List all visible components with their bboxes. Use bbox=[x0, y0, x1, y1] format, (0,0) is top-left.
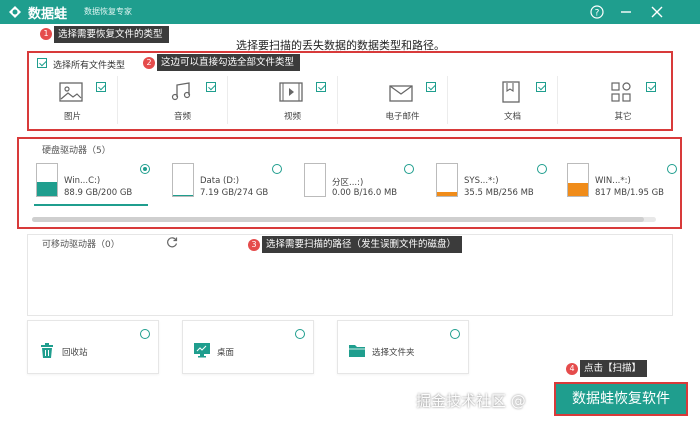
svg-text:?: ? bbox=[595, 9, 600, 19]
type-label-document: 文档 bbox=[503, 112, 521, 122]
type-label-email: 电子邮件 bbox=[385, 112, 420, 122]
drive-icon bbox=[567, 163, 589, 197]
step-badge-2: 2 bbox=[143, 57, 155, 69]
drive-icon bbox=[304, 163, 326, 197]
document-icon bbox=[502, 81, 520, 103]
title-bar: 数据蛙 数据恢复专家 ? bbox=[0, 0, 700, 24]
type-card-audio[interactable]: 音频 bbox=[138, 76, 228, 124]
music-icon bbox=[171, 82, 191, 101]
choose-folder-radio[interactable] bbox=[450, 329, 460, 339]
image-icon bbox=[59, 82, 83, 102]
step-badge-4: 4 bbox=[566, 363, 578, 375]
drive-icon bbox=[436, 163, 458, 197]
removable-drives-title: 可移动驱动器（0） bbox=[42, 240, 120, 250]
location-choose-folder[interactable]: 选择文件夹 bbox=[337, 320, 469, 374]
drive-partition-radio[interactable] bbox=[404, 164, 414, 174]
location-label: 桌面 bbox=[217, 348, 235, 358]
hard-drives-title: 硬盘驱动器（5） bbox=[42, 146, 111, 156]
drive-name: Win...C:) bbox=[64, 176, 101, 186]
video-checkbox[interactable] bbox=[316, 82, 326, 92]
type-card-email[interactable]: 电子邮件 bbox=[358, 76, 448, 124]
callout-1: 选择需要恢复文件的类型 bbox=[54, 26, 169, 43]
select-all-checkbox[interactable] bbox=[37, 58, 47, 68]
type-card-other[interactable]: 其它 bbox=[578, 76, 668, 124]
drive-size: 7.19 GB/274 GB bbox=[200, 188, 269, 198]
type-label-video: 视频 bbox=[283, 112, 301, 122]
drive-sys-radio[interactable] bbox=[537, 164, 547, 174]
drive-size: 817 MB/1.95 GB bbox=[595, 188, 665, 198]
minimize-icon bbox=[621, 11, 631, 13]
drive-c-radio[interactable] bbox=[140, 164, 150, 174]
drives-scrollbar[interactable] bbox=[32, 217, 656, 222]
drive-name: WIN...*:) bbox=[595, 176, 631, 186]
desktop-icon bbox=[194, 343, 210, 358]
drive-name: SYS...*:) bbox=[464, 176, 499, 186]
app-subtitle: 数据恢复专家 bbox=[84, 7, 132, 16]
minimize-button[interactable] bbox=[617, 3, 635, 21]
drive-name: Data (D:) bbox=[200, 176, 240, 186]
drive-c[interactable]: Win...C:) 88.9 GB/200 GB bbox=[36, 163, 154, 201]
type-label-image: 图片 bbox=[63, 112, 81, 122]
drive-icon bbox=[36, 163, 58, 197]
app-name: 数据蛙 bbox=[28, 7, 68, 22]
email-checkbox[interactable] bbox=[426, 82, 436, 92]
email-icon bbox=[389, 85, 413, 102]
audio-checkbox[interactable] bbox=[206, 82, 216, 92]
drive-size: 88.9 GB/200 GB bbox=[64, 188, 133, 198]
document-checkbox[interactable] bbox=[536, 82, 546, 92]
recycle-bin-icon bbox=[41, 343, 53, 358]
image-checkbox[interactable] bbox=[96, 82, 106, 92]
location-label: 回收站 bbox=[62, 348, 88, 358]
location-desktop[interactable]: 桌面 bbox=[182, 320, 314, 374]
drive-win-radio[interactable] bbox=[667, 164, 677, 174]
scrollbar-thumb[interactable] bbox=[32, 217, 644, 222]
drive-icon bbox=[172, 163, 194, 197]
type-label-audio: 音频 bbox=[173, 112, 191, 122]
refresh-icon[interactable] bbox=[166, 236, 178, 248]
location-recycle-bin[interactable]: 回收站 bbox=[27, 320, 159, 374]
scan-button[interactable]: 数据蛙恢复软件 bbox=[554, 382, 688, 416]
callout-3: 选择需要扫描的路径（发生误删文件的磁盘） bbox=[262, 236, 463, 253]
drive-d-radio[interactable] bbox=[272, 164, 282, 174]
watermark: 掘金技术社区 @ bbox=[416, 392, 526, 410]
selected-drive-underline bbox=[34, 204, 148, 206]
close-icon bbox=[651, 6, 663, 18]
type-card-image[interactable]: 图片 bbox=[28, 76, 118, 124]
help-button[interactable]: ? bbox=[588, 3, 606, 21]
drive-name: 分区...:) bbox=[332, 178, 364, 188]
select-all-label: 选择所有文件类型 bbox=[53, 61, 126, 71]
type-label-other: 其它 bbox=[614, 112, 632, 122]
close-button[interactable] bbox=[648, 3, 666, 21]
callout-2: 这边可以直接勾选全部文件类型 bbox=[157, 54, 301, 71]
question-icon: ? bbox=[590, 5, 604, 19]
other-checkbox[interactable] bbox=[646, 82, 656, 92]
step-badge-1: 1 bbox=[40, 28, 52, 40]
desktop-radio[interactable] bbox=[295, 329, 305, 339]
type-card-document[interactable]: 文档 bbox=[468, 76, 558, 124]
folder-icon bbox=[349, 345, 365, 357]
other-icon bbox=[611, 82, 631, 102]
type-card-video[interactable]: 视频 bbox=[248, 76, 338, 124]
app-logo-icon bbox=[9, 6, 21, 18]
drive-size: 0.00 B/16.0 MB bbox=[332, 188, 398, 198]
location-label: 选择文件夹 bbox=[372, 348, 415, 358]
step-badge-3: 3 bbox=[248, 239, 260, 251]
recycle-bin-radio[interactable] bbox=[140, 329, 150, 339]
callout-4: 点击【扫描】 bbox=[580, 360, 648, 377]
video-icon bbox=[279, 82, 303, 102]
drive-size: 35.5 MB/256 MB bbox=[464, 188, 534, 198]
